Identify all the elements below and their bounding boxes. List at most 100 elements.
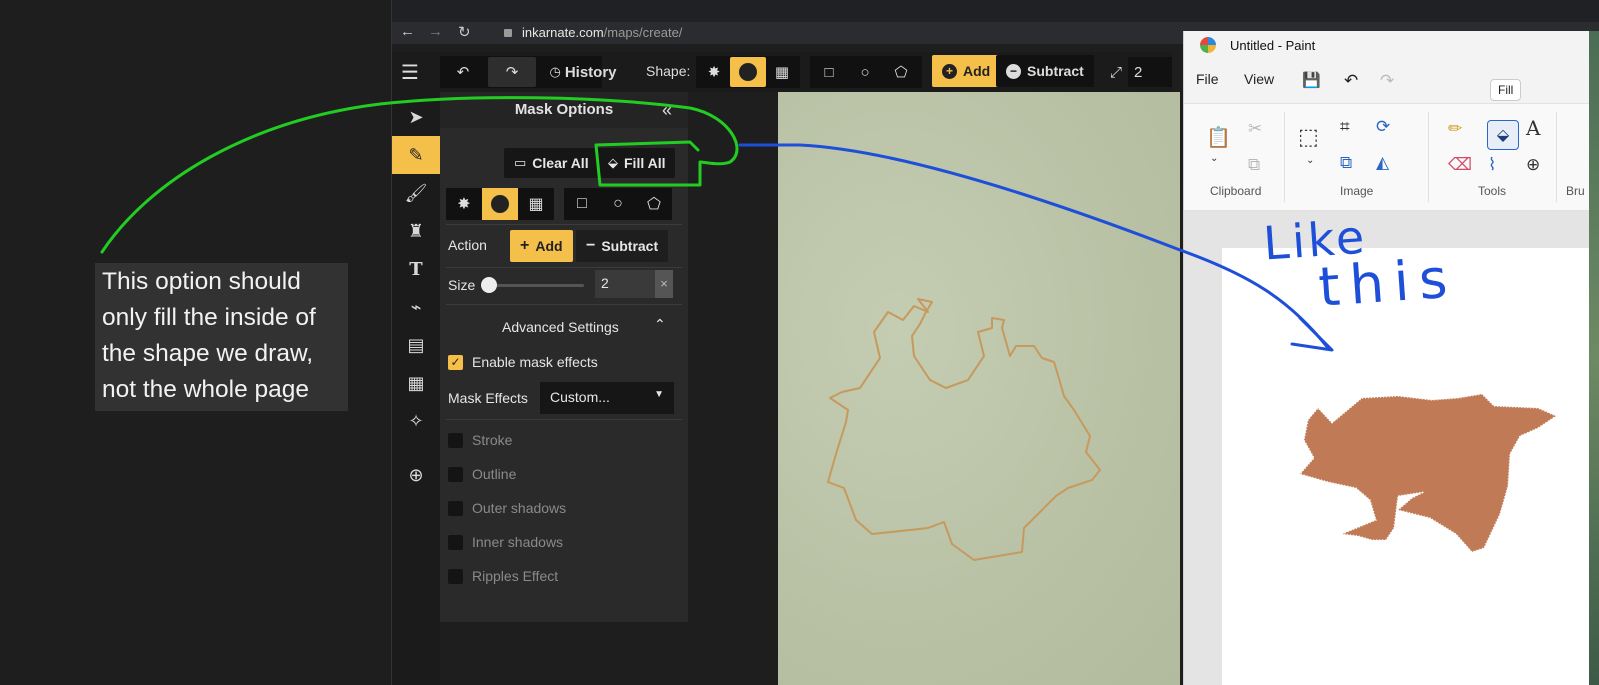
forward-icon[interactable]: → <box>428 23 443 40</box>
paste-icon[interactable]: 📋 <box>1206 128 1231 148</box>
effect-checkbox-outline[interactable]: Outline <box>448 464 516 484</box>
tools-group-label: Tools <box>1478 184 1507 198</box>
action-subtract-label: Subtract <box>601 238 659 254</box>
action-add-button[interactable]: + Add <box>510 230 573 262</box>
effect-label: Ripples Effect <box>472 568 559 584</box>
clear-size-icon[interactable]: × <box>655 270 673 298</box>
pentagon-shape-icon[interactable]: ⬠ <box>884 57 918 87</box>
paint-ribbon: 📋 ⌄ ✂ ⧉ Clipboard ⬚ ⌄ ⌗ ⧉ ⟳ ◭ Image ✏ ⬙ … <box>1184 103 1599 211</box>
brush-shape-row: ✸ ▦ □ ○ ⬠ <box>446 188 682 220</box>
enable-mask-effects-checkbox[interactable]: ✓ Enable mask effects <box>448 352 598 372</box>
save-icon[interactable]: 💾 <box>1302 71 1321 89</box>
history-button[interactable]: ◷ History <box>542 57 624 87</box>
circle-shape-icon[interactable]: ○ <box>848 57 882 87</box>
circle-brush-icon[interactable] <box>730 57 766 87</box>
checkbox-box <box>448 534 463 550</box>
paint-menu-file[interactable]: File <box>1196 71 1219 87</box>
pentagon-shape-icon[interactable]: ⬠ <box>636 188 672 220</box>
mask-tool-icon[interactable]: ✎ <box>392 136 440 174</box>
site-info-icon[interactable] <box>504 29 512 37</box>
effect-label: Outer shadows <box>472 500 567 516</box>
mask-options-panel: Mask Options « ▭ Clear All ⬙ Fill All ✸ ▦ … <box>440 92 688 622</box>
brushes-group-label: Bru <box>1566 184 1585 198</box>
fill-tooltip: Fill <box>1490 79 1522 101</box>
star-shape-icon[interactable]: ✸ <box>698 57 730 87</box>
pencil-icon[interactable]: ✏ <box>1448 120 1462 137</box>
circle-brush-icon[interactable] <box>482 188 518 220</box>
select-dropdown-icon[interactable]: ⌄ <box>1306 156 1314 166</box>
path-tool-icon[interactable]: ⌁ <box>392 288 440 326</box>
square-shape-icon[interactable]: □ <box>812 57 846 87</box>
check-icon: ✓ <box>448 354 463 370</box>
action-add-label: Add <box>535 238 563 254</box>
flip-icon[interactable]: ◭ <box>1376 154 1389 171</box>
size-slider-thumb[interactable] <box>481 277 497 293</box>
grid-tool-icon[interactable]: ▦ <box>392 364 440 402</box>
handwritten-word: this <box>1316 246 1460 319</box>
select-icon[interactable]: ⬚ <box>1298 126 1319 148</box>
effect-checkbox-ripples[interactable]: Ripples Effect <box>448 566 558 586</box>
brush-tool-icon[interactable]: 🖌 <box>392 174 440 212</box>
grid-shape-icon[interactable]: ▦ <box>766 57 798 87</box>
back-icon[interactable]: ← <box>400 23 415 40</box>
effect-checkbox-outer-shadows[interactable]: Outer shadows <box>448 498 566 518</box>
rotate-icon[interactable]: ⟳ <box>1376 118 1390 135</box>
shape-label: Shape: <box>646 63 691 79</box>
minus-icon: − <box>1006 63 1021 79</box>
effect-checkbox-inner-shadows[interactable]: Inner shadows <box>448 532 563 552</box>
eraser-icon[interactable]: ⌫ <box>1448 156 1472 173</box>
redo-icon[interactable]: ↷ <box>1380 71 1394 91</box>
circle-shape-icon[interactable]: ○ <box>600 188 636 220</box>
chevron-up-icon[interactable]: ⌃ <box>654 316 666 333</box>
color-picker-icon[interactable]: ⌇ <box>1488 156 1496 173</box>
url-text[interactable]: inkarnate.com/maps/create/ <box>522 25 682 40</box>
image-group-label: Image <box>1340 184 1374 198</box>
clear-all-button[interactable]: ▭ Clear All <box>504 148 599 178</box>
text-icon[interactable]: A <box>1526 118 1540 138</box>
resize-image-icon[interactable]: ⧉ <box>1340 154 1352 171</box>
effect-label: Outline <box>472 466 517 482</box>
magnifier-icon[interactable]: ⊕ <box>1526 156 1540 173</box>
magic-wand-icon[interactable]: ✧ <box>392 402 440 440</box>
add-mode-button[interactable]: + Add <box>932 55 1001 87</box>
document-tool-icon[interactable]: ▤ <box>392 326 440 364</box>
undo-icon[interactable]: ↶ <box>444 57 482 87</box>
collapse-panel-icon[interactable]: « <box>662 100 672 120</box>
fill-all-button[interactable]: ⬙ Fill All <box>598 148 676 178</box>
size-slider-track[interactable] <box>484 284 584 287</box>
resize-icon: ⤢ <box>1109 63 1122 81</box>
castle-tool-icon[interactable]: ♜ <box>392 212 440 250</box>
text-tool-icon[interactable]: T <box>392 250 440 288</box>
url-path: /maps/create/ <box>603 25 683 40</box>
clipboard-group-label: Clipboard <box>1210 184 1262 198</box>
minus-icon: − <box>586 237 596 254</box>
zoom-icon[interactable]: ⊕ <box>392 456 440 494</box>
advanced-settings-label[interactable]: Advanced Settings <box>502 319 619 335</box>
clear-icon: ▭ <box>514 155 527 170</box>
subtract-mode-button[interactable]: − Subtract <box>996 55 1094 87</box>
size-input[interactable]: 2 <box>595 270 655 298</box>
crop-icon[interactable]: ⌗ <box>1340 118 1350 135</box>
menu-icon[interactable]: ☰ <box>396 57 424 87</box>
square-shape-icon[interactable]: □ <box>564 188 600 220</box>
effect-checkbox-stroke[interactable]: Stroke <box>448 430 512 450</box>
mask-effects-select[interactable]: Custom... ▼ <box>540 382 674 414</box>
reload-icon[interactable]: ↻ <box>458 23 471 41</box>
select-tool-icon[interactable]: ➤ <box>392 98 440 136</box>
redo-icon[interactable]: ↷ <box>488 57 536 87</box>
paste-dropdown-icon[interactable]: ⌄ <box>1210 154 1218 164</box>
undo-icon[interactable]: ↶ <box>1344 71 1358 91</box>
fill-bucket-icon[interactable]: ⬙ <box>1487 120 1519 150</box>
subtract-label: Subtract <box>1027 63 1084 79</box>
paint-window-title: Untitled - Paint <box>1230 38 1316 53</box>
cut-icon[interactable]: ✂ <box>1248 120 1262 137</box>
url-host: inkarnate.com <box>522 25 604 40</box>
action-subtract-button[interactable]: − Subtract <box>576 230 669 262</box>
paint-menu-view[interactable]: View <box>1244 71 1274 87</box>
map-canvas[interactable] <box>778 92 1180 685</box>
panel-title: Mask Options <box>440 92 688 128</box>
copy-icon[interactable]: ⧉ <box>1248 156 1260 173</box>
toolbar-size-input[interactable]: 2 <box>1128 57 1172 87</box>
grid-shape-icon[interactable]: ▦ <box>518 188 554 220</box>
star-shape-icon[interactable]: ✸ <box>446 188 482 220</box>
